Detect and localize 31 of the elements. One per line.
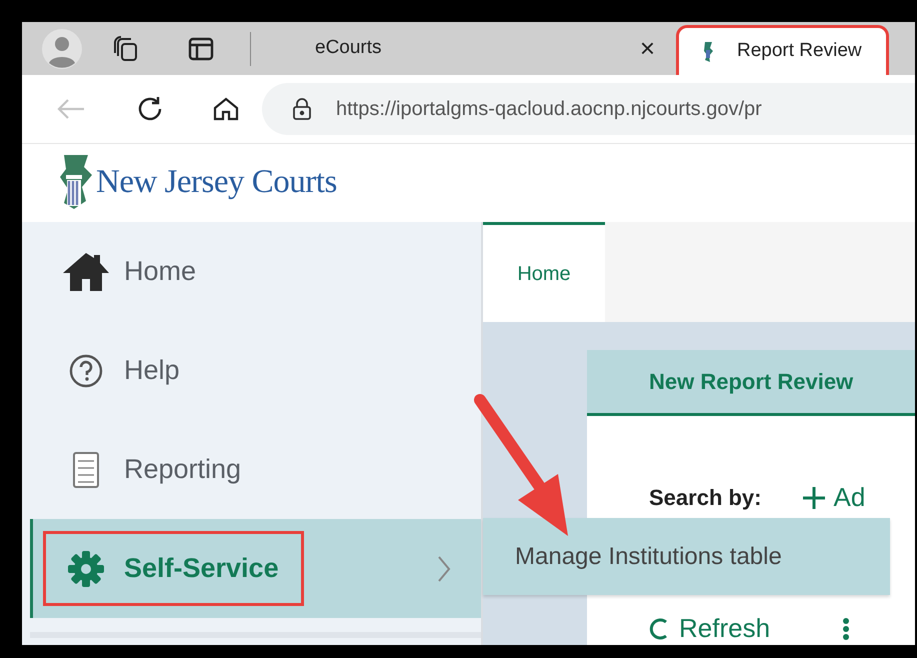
home-icon[interactable] [212,96,240,122]
search-label: Search by: [649,484,762,512]
chevron-right-icon [437,554,451,582]
sidebar-item[interactable]: Home [30,222,481,321]
document-icon [72,450,100,488]
reload-icon[interactable] [136,95,164,123]
refresh-icon [649,616,669,640]
browser-tab[interactable]: Report Review [679,28,886,75]
settings-icon [67,550,105,588]
add-button[interactable]: Ad [802,478,866,517]
logo-text: New Jersey Courts [96,163,337,202]
highlight-box: Self-Service [46,534,301,603]
sidebar-icon[interactable] [188,36,214,60]
profile-avatar-icon[interactable] [42,28,82,68]
submenu-item[interactable]: Manage Institutions table [515,538,782,574]
favicon-icon [701,40,715,62]
sidebar-item[interactable]: Reporting [30,420,481,519]
lock-icon [292,97,312,121]
plus-icon [802,486,826,510]
page-tab[interactable]: Home [483,222,605,322]
browser-tab[interactable]: eCourts × [263,22,673,75]
sidebar-item[interactable]: Self-Service [30,519,481,618]
address-bar[interactable]: https://iportalgms-qacloud.aocnp.njcourts.gov/pr [262,83,915,135]
sidebar-item[interactable]: Help [30,321,481,420]
close-tab-button[interactable]: × [636,29,659,68]
card-header: New Report Review [587,350,915,416]
home-icon [61,250,111,292]
more-options-icon[interactable] [842,616,850,640]
help-icon [69,354,103,388]
collections-icon[interactable] [112,34,140,62]
refresh-button[interactable]: Refresh [649,609,770,645]
